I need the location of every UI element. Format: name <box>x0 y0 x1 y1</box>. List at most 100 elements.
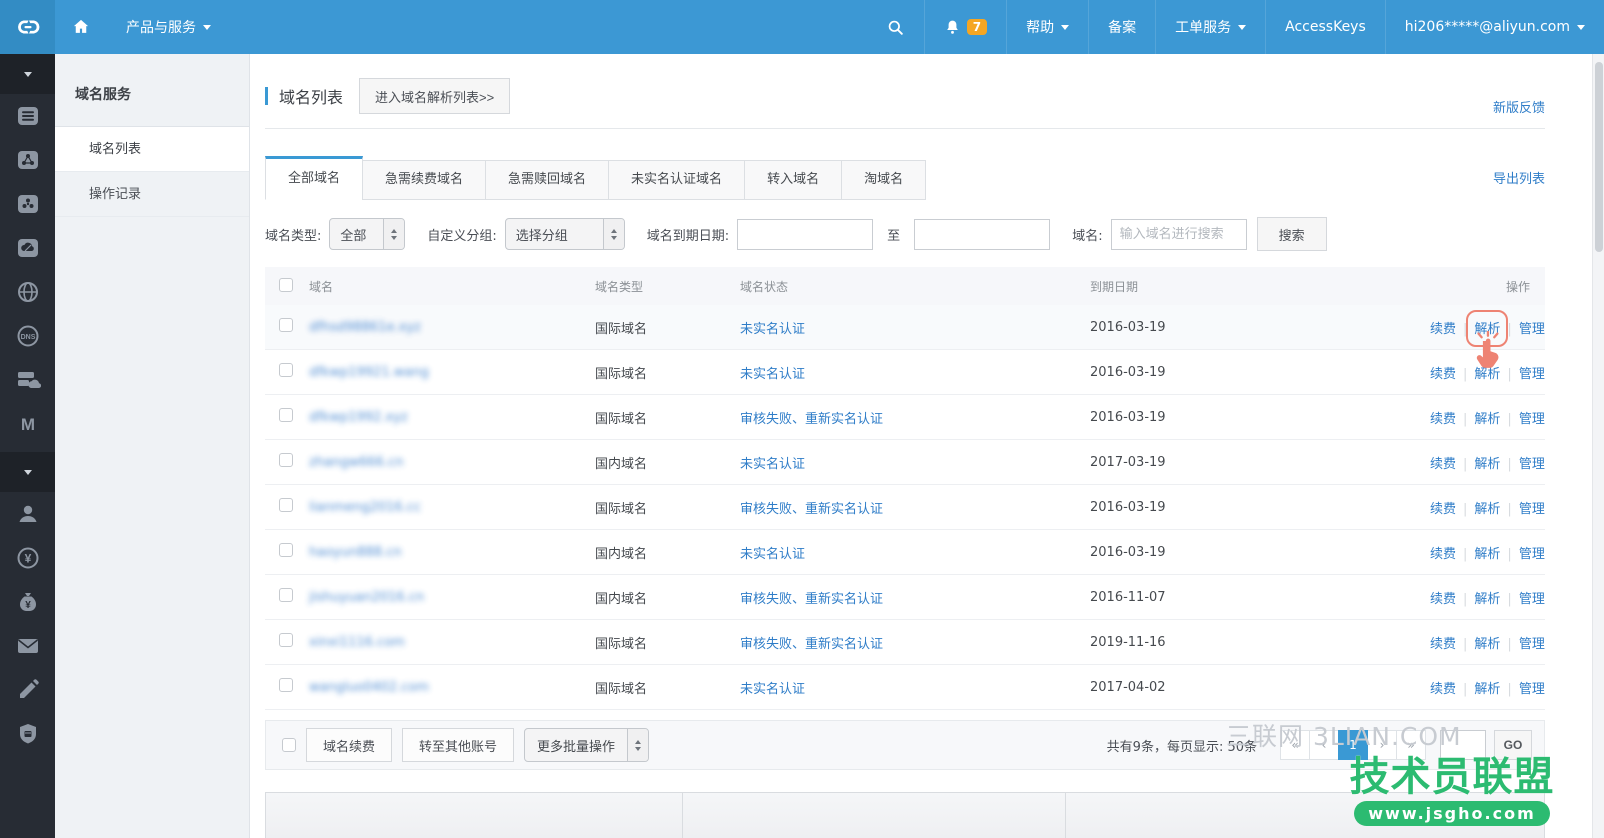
tab-tao-domain[interactable]: 淘域名 <box>841 160 926 200</box>
sidebar-item-renew[interactable]: ¥ <box>0 580 55 624</box>
manage-action-link[interactable]: 管理 <box>1519 592 1545 607</box>
custom-group-select[interactable]: 选择分组 <box>505 218 625 250</box>
domain-link[interactable]: lianmeng2016.cc <box>309 500 421 515</box>
page-current[interactable]: 1 <box>1338 730 1368 760</box>
renew-action-link[interactable]: 续费 <box>1430 322 1456 337</box>
ticket-service-menu[interactable]: 工单服务 <box>1155 0 1265 54</box>
sidebar-item-finance[interactable]: ¥ <box>0 536 55 580</box>
search-submit-button[interactable]: 搜索 <box>1257 217 1327 251</box>
batch-renew-button[interactable]: 域名续费 <box>306 728 392 762</box>
sidebar-item-market[interactable]: M <box>0 402 55 446</box>
domain-status-link[interactable]: 审核失败、重新实名认证 <box>740 592 883 607</box>
domain-type-select[interactable]: 全部 <box>329 218 405 250</box>
row-checkbox[interactable] <box>279 633 293 647</box>
aliyun-logo-icon[interactable] <box>0 0 55 54</box>
domain-status-link[interactable]: 未实名认证 <box>740 457 805 472</box>
sidebar-item-domain[interactable] <box>0 358 55 402</box>
row-checkbox[interactable] <box>279 543 293 557</box>
sidebar-item-message[interactable] <box>0 624 55 668</box>
account-menu[interactable]: hi206*****@aliyun.com <box>1385 0 1604 54</box>
page-go-button[interactable]: GO <box>1494 730 1532 760</box>
row-checkbox[interactable] <box>279 363 293 377</box>
footer-select-all-checkbox[interactable] <box>282 738 296 752</box>
tab-need-redeem[interactable]: 急需赎回域名 <box>485 160 609 200</box>
resolve-action-link[interactable]: 解析 <box>1474 637 1500 652</box>
domain-link[interactable]: jishuyuan2016.cn <box>309 590 424 605</box>
manage-action-link[interactable]: 管理 <box>1519 547 1545 562</box>
page-first-button[interactable]: « <box>1280 730 1310 760</box>
domain-link[interactable]: dfhsd98861e.xyz <box>309 320 421 335</box>
vertical-scrollbar[interactable] <box>1592 54 1604 838</box>
sidebar-item-edit[interactable] <box>0 668 55 712</box>
page-last-button[interactable]: » <box>1396 730 1426 760</box>
sidebar-item-rds[interactable] <box>0 182 55 226</box>
tab-transfer-in[interactable]: 转入域名 <box>744 160 842 200</box>
resolve-action-link[interactable]: 解析 <box>1474 592 1500 607</box>
sidebar-item-security[interactable] <box>0 712 55 756</box>
rail-collapse-middle[interactable] <box>0 452 55 492</box>
manage-action-link[interactable]: 管理 <box>1519 367 1545 382</box>
help-menu[interactable]: 帮助 <box>1006 0 1088 54</box>
page-next-button[interactable]: › <box>1367 730 1397 760</box>
domain-status-link[interactable]: 未实名认证 <box>740 547 805 562</box>
sidebar-item-cdn[interactable] <box>0 270 55 314</box>
transfer-account-button[interactable]: 转至其他账号 <box>402 728 514 762</box>
row-checkbox[interactable] <box>279 408 293 422</box>
select-all-checkbox[interactable] <box>279 278 293 292</box>
tab-need-renew[interactable]: 急需续费域名 <box>362 160 486 200</box>
enter-dns-list-button[interactable]: 进入域名解析列表>> <box>359 78 510 114</box>
sidebar-item-user[interactable] <box>0 492 55 536</box>
manage-action-link[interactable]: 管理 <box>1519 457 1545 472</box>
tab-all-domains[interactable]: 全部域名 <box>265 156 363 200</box>
sidebar-item-ecs[interactable] <box>0 94 55 138</box>
beian-link[interactable]: 备案 <box>1088 0 1155 54</box>
domain-status-link[interactable]: 未实名认证 <box>740 322 805 337</box>
page-prev-button[interactable]: ‹ <box>1309 730 1339 760</box>
resolve-action-link[interactable]: 解析 <box>1474 457 1500 472</box>
manage-action-link[interactable]: 管理 <box>1519 322 1545 337</box>
domain-status-link[interactable]: 未实名认证 <box>740 367 805 382</box>
renew-action-link[interactable]: 续费 <box>1430 637 1456 652</box>
sidebar-item-ocs[interactable] <box>0 226 55 270</box>
sidebar-item-slb[interactable] <box>0 138 55 182</box>
resolve-action-link[interactable]: 解析 <box>1474 682 1500 697</box>
manage-action-link[interactable]: 管理 <box>1519 502 1545 517</box>
row-checkbox[interactable] <box>279 498 293 512</box>
resolve-action-link[interactable]: 解析 <box>1474 547 1500 562</box>
renew-action-link[interactable]: 续费 <box>1430 457 1456 472</box>
domain-link[interactable]: xinxi1116.com <box>309 635 405 650</box>
row-checkbox[interactable] <box>279 453 293 467</box>
renew-action-link[interactable]: 续费 <box>1430 547 1456 562</box>
manage-action-link[interactable]: 管理 <box>1519 412 1545 427</box>
domain-status-link[interactable]: 审核失败、重新实名认证 <box>740 412 883 427</box>
renew-action-link[interactable]: 续费 <box>1430 367 1456 382</box>
sidebar-item-domain-list[interactable]: 域名列表 <box>55 127 249 172</box>
resolve-action-link[interactable]: 解析 <box>1474 322 1500 337</box>
renew-action-link[interactable]: 续费 <box>1430 502 1456 517</box>
domain-link[interactable]: wangluo0402.com <box>309 680 429 695</box>
sidebar-item-operation-log[interactable]: 操作记录 <box>55 172 249 217</box>
sidebar-item-dns[interactable]: DNS <box>0 314 55 358</box>
row-checkbox[interactable] <box>279 318 293 332</box>
expire-date-from-input[interactable] <box>737 219 873 250</box>
export-list-link[interactable]: 导出列表 <box>1493 168 1545 187</box>
expire-date-to-input[interactable] <box>914 219 1050 250</box>
domain-search-input[interactable] <box>1111 219 1247 250</box>
manage-action-link[interactable]: 管理 <box>1519 682 1545 697</box>
domain-status-link[interactable]: 审核失败、重新实名认证 <box>740 637 883 652</box>
resolve-action-link[interactable]: 解析 <box>1474 502 1500 517</box>
home-button[interactable] <box>55 0 107 54</box>
search-button[interactable] <box>867 0 924 54</box>
row-checkbox[interactable] <box>279 588 293 602</box>
notifications-button[interactable]: 7 <box>924 0 1006 54</box>
renew-action-link[interactable]: 续费 <box>1430 592 1456 607</box>
manage-action-link[interactable]: 管理 <box>1519 637 1545 652</box>
domain-link[interactable]: haoyun888.cn <box>309 545 402 560</box>
products-services-menu[interactable]: 产品与服务 <box>107 0 230 54</box>
domain-link[interactable]: zhangw666.cn <box>309 455 404 470</box>
resolve-action-link[interactable]: 解析 <box>1474 412 1500 427</box>
domain-link[interactable]: dfkwp1992.xyz <box>309 410 408 425</box>
resolve-action-link[interactable]: 解析 <box>1474 367 1500 382</box>
domain-status-link[interactable]: 审核失败、重新实名认证 <box>740 502 883 517</box>
page-jump-input[interactable] <box>1440 730 1486 760</box>
